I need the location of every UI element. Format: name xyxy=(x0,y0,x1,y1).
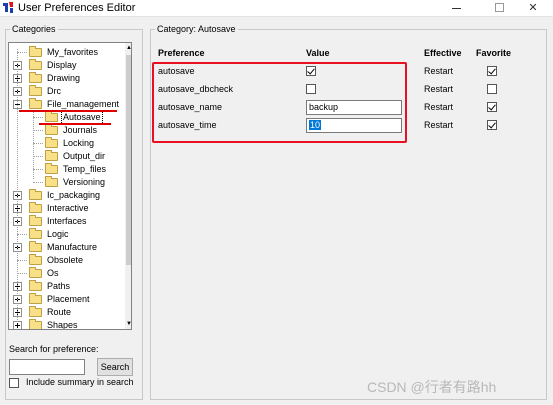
folder-icon xyxy=(45,124,58,135)
tree-item-label: Os xyxy=(47,268,59,278)
app-icon xyxy=(2,1,14,14)
maximize-icon xyxy=(495,3,504,12)
tree-item-label: Paths xyxy=(47,281,71,291)
tree-item-label: Versioning xyxy=(63,177,106,187)
tree-item-label: Logic xyxy=(47,229,69,239)
favorite-checkbox[interactable] xyxy=(487,84,497,94)
tree-item-label: Journals xyxy=(63,125,98,135)
folder-icon xyxy=(29,46,42,57)
tree-item-label: Interactive xyxy=(47,203,89,213)
folder-icon xyxy=(29,228,42,239)
tree-connector xyxy=(33,182,43,183)
red-underline-annotation xyxy=(19,110,117,112)
folder-icon xyxy=(45,163,58,174)
include-summary-label: Include summary in search xyxy=(26,377,134,387)
favorite-header: Favorite xyxy=(476,48,512,58)
tree-guide-line xyxy=(17,49,18,322)
include-summary-checkbox[interactable] xyxy=(9,378,19,388)
folder-icon xyxy=(29,98,42,109)
tree-connector xyxy=(33,117,43,118)
close-icon: ✕ xyxy=(528,2,538,14)
tree-item-label: Route xyxy=(47,307,72,317)
folder-icon xyxy=(29,215,42,226)
folder-icon xyxy=(29,59,42,70)
search-label: Search for preference: xyxy=(9,344,99,354)
highlight-box xyxy=(152,62,407,143)
folder-icon xyxy=(29,319,42,329)
expand-plus-icon[interactable] xyxy=(13,321,22,329)
tree-connector xyxy=(17,260,27,261)
preference-header: Preference xyxy=(158,48,205,58)
favorite-checkbox[interactable] xyxy=(487,120,497,130)
scroll-up-icon[interactable]: ▲ xyxy=(125,43,131,53)
minimize-icon xyxy=(452,8,461,9)
scrollbar-thumb[interactable] xyxy=(126,55,131,265)
tree-connector xyxy=(33,143,43,144)
minimize-button[interactable] xyxy=(436,0,476,16)
folder-icon xyxy=(29,280,42,291)
tree-item-label: Locking xyxy=(63,138,95,148)
red-underline-annotation xyxy=(39,123,111,125)
tree-item-label: Interfaces xyxy=(47,216,87,226)
effective-value: Restart xyxy=(424,66,454,76)
tree-item-label: Drawing xyxy=(47,73,81,83)
title-bar: User Preferences Editor ✕ xyxy=(0,0,553,17)
scroll-down-icon[interactable]: ▼ xyxy=(125,319,131,329)
favorite-checkbox[interactable] xyxy=(487,66,497,76)
folder-icon xyxy=(29,241,42,252)
categories-legend: Categories xyxy=(12,24,56,34)
folder-icon xyxy=(29,189,42,200)
tree-guide-line xyxy=(33,108,34,179)
search-button[interactable]: Search xyxy=(97,358,133,376)
tree-item-label: Drc xyxy=(47,86,61,96)
folder-icon xyxy=(29,72,42,83)
favorite-checkbox[interactable] xyxy=(487,102,497,112)
tree-item-label: Ic_packaging xyxy=(47,190,101,200)
tree-item-label: Temp_files xyxy=(63,164,107,174)
folder-icon xyxy=(29,254,42,265)
tree-item-label: My_favorites xyxy=(47,47,99,57)
folder-icon xyxy=(45,150,58,161)
tree-item-label: Manufacture xyxy=(47,242,98,252)
tree-item-label: Obsolete xyxy=(47,255,84,265)
tree-connector xyxy=(17,52,27,53)
tree-connector xyxy=(17,273,27,274)
category-legend: Category: Autosave xyxy=(157,24,236,34)
tree-vertical-scrollbar[interactable]: ▲ ▼ xyxy=(125,43,131,329)
value-header: Value xyxy=(306,48,330,58)
folder-icon xyxy=(29,306,42,317)
search-input[interactable] xyxy=(9,359,85,375)
tree-connector xyxy=(33,130,43,131)
tree-item-label: Placement xyxy=(47,294,90,304)
folder-icon xyxy=(29,267,42,278)
close-button[interactable]: ✕ xyxy=(513,0,553,16)
effective-header: Effective xyxy=(424,48,462,58)
folder-icon xyxy=(45,111,58,122)
effective-value: Restart xyxy=(424,120,454,130)
tree-connector xyxy=(33,169,43,170)
watermark: CSDN @行者有路hh xyxy=(367,379,497,395)
window-title: User Preferences Editor xyxy=(18,2,136,14)
effective-value: Restart xyxy=(424,102,454,112)
effective-value: Restart xyxy=(424,84,454,94)
folder-icon xyxy=(29,85,42,96)
tree-item-label: Shapes xyxy=(47,320,78,330)
tree-connector xyxy=(33,156,43,157)
tree-connector xyxy=(17,234,27,235)
folder-icon xyxy=(45,176,58,187)
category-tree[interactable]: ▲ ▼ My_favorites Display Drawing Drc File_ma… xyxy=(8,42,132,330)
tree-item-label: Display xyxy=(47,60,77,70)
tree-item-label: Output_dir xyxy=(63,151,106,161)
folder-icon xyxy=(29,293,42,304)
folder-icon xyxy=(45,137,58,148)
folder-icon xyxy=(29,202,42,213)
